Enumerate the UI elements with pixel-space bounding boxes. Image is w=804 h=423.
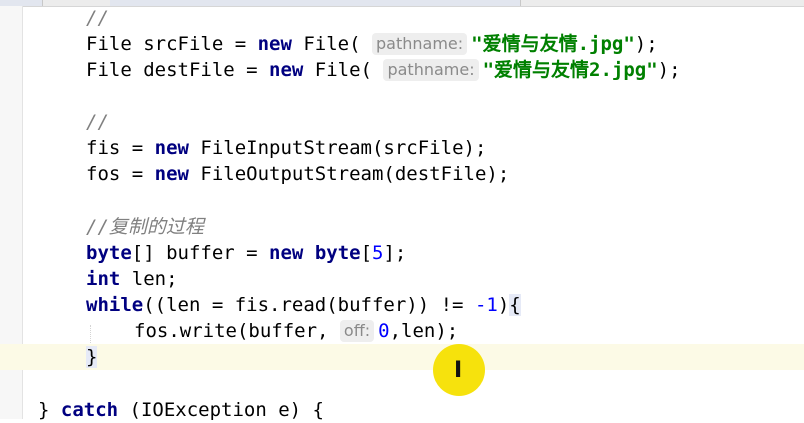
code-line-10[interactable]: byte[] buffer = new byte[5];: [0, 240, 804, 266]
parameter-hint: off:: [339, 320, 375, 342]
code-line-13[interactable]: fos.write(buffer, off: 0,len);: [0, 318, 804, 344]
code-line-3[interactable]: File destFile = new File( pathname: "爱情与友…: [0, 57, 804, 83]
code-line-1[interactable]: //: [0, 5, 804, 31]
code-comment: //: [86, 111, 109, 133]
code-line-6[interactable]: fis = new FileInputStream(srcFile);: [0, 135, 804, 161]
string-literal: "爱情与友情.jpg": [471, 33, 635, 55]
matched-brace: {: [509, 294, 521, 316]
string-literal: "爱情与友情2.jpg": [482, 59, 658, 81]
code-line-2[interactable]: File srcFile = new File( pathname: "爱情与友情…: [0, 31, 804, 57]
code-line-14-current[interactable]: }: [0, 344, 804, 370]
code-line-5[interactable]: //: [0, 109, 804, 135]
code-comment: //复制的过程: [86, 216, 204, 238]
code-line-12[interactable]: while((len = fis.read(buffer)) != -1){: [0, 292, 804, 318]
code-line-7[interactable]: fos = new FileOutputStream(destFile);: [0, 161, 804, 187]
code-line-16[interactable]: } catch (IOException e) {: [0, 397, 804, 423]
parameter-hint: pathname:: [383, 59, 479, 81]
text-ibeam-icon: I: [454, 358, 463, 383]
parameter-hint: pathname:: [372, 33, 468, 55]
code-line-9[interactable]: //复制的过程: [0, 214, 804, 240]
code-line-11[interactable]: int len;: [0, 266, 804, 292]
matched-brace: }: [86, 346, 98, 368]
code-comment: //: [86, 7, 109, 29]
